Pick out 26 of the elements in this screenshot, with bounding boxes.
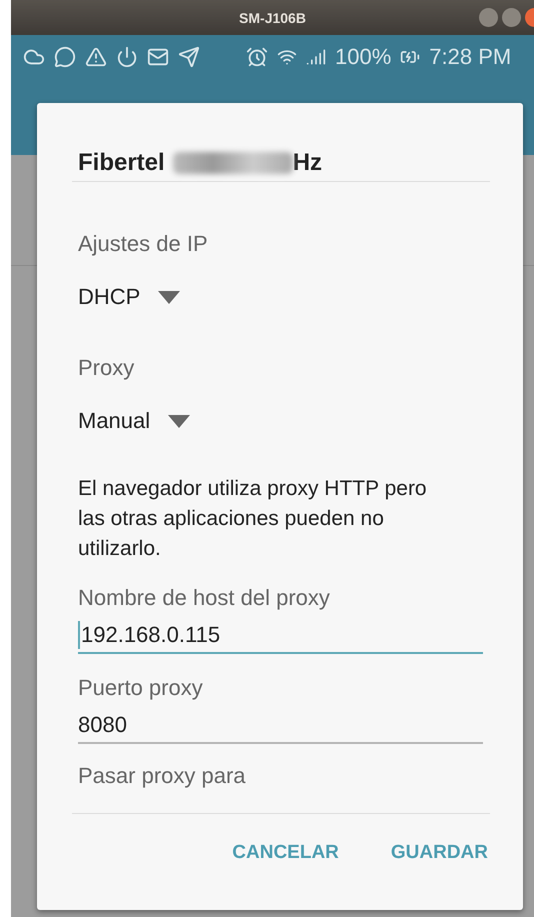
setting-label: Proxy [78, 354, 136, 382]
field-label: Nombre de host del proxy [78, 584, 331, 612]
signal-icon [306, 47, 326, 67]
dropdown-arrow-icon [168, 414, 190, 428]
info-text: El navegador utiliza proxy HTTP pero las otras aplicaciones pueden no utilizarlo. [78, 476, 428, 562]
dialog-title-end: Hz [292, 149, 322, 177]
minimize-button[interactable] [479, 8, 498, 27]
send-icon [178, 46, 200, 68]
clock-time: 7:28 PM [429, 44, 512, 70]
warning-icon [85, 46, 107, 68]
input-field[interactable]: 8080 [78, 708, 483, 744]
setting-label: Ajustes de IP [78, 230, 209, 258]
dropdown[interactable]: Manual [78, 408, 190, 434]
dropdown-arrow-icon [158, 290, 180, 304]
field-label: Puerto proxy [78, 674, 204, 702]
dropdown[interactable]: DHCP [78, 284, 180, 310]
window-title: SM-J106B [239, 10, 306, 26]
mail-icon [147, 46, 169, 68]
setting-label: Pasar proxy para [78, 762, 247, 790]
chat-bubble-icon [54, 46, 76, 68]
maximize-button[interactable] [502, 8, 521, 27]
alarm-icon [246, 46, 268, 68]
battery-percentage: 100% [335, 44, 392, 70]
input-field[interactable]: 192.168.0.115 [78, 618, 483, 654]
dialog-title: Fibertel [78, 149, 165, 177]
power-icon [116, 46, 138, 68]
